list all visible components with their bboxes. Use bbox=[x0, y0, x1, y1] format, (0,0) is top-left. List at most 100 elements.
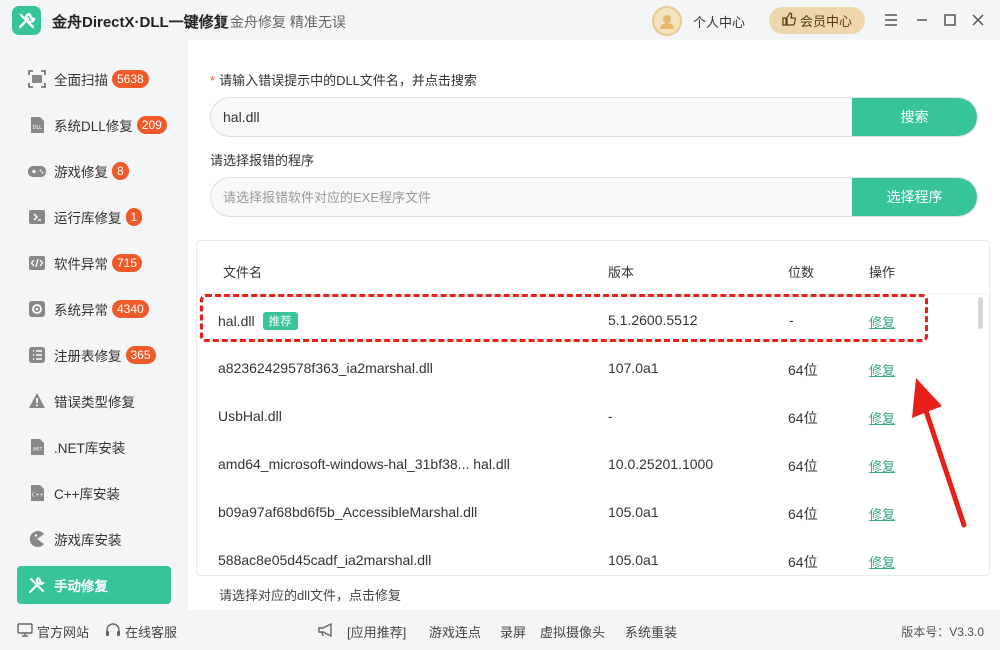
sidebar-item-game-lib-install[interactable]: 游戏库安装 bbox=[17, 520, 171, 558]
footer-link-screen-record[interactable]: 录屏 bbox=[500, 622, 526, 641]
table-scrollbar[interactable] bbox=[978, 297, 983, 329]
program-path-input[interactable] bbox=[211, 178, 853, 216]
count-badge: 209 bbox=[136, 116, 167, 134]
select-program-button[interactable]: 选择程序 bbox=[852, 178, 977, 216]
version-cell: 107.0a1 bbox=[608, 360, 659, 376]
wrench-icon bbox=[27, 575, 47, 595]
sidebar-item-manual-repair[interactable]: 手动修复 bbox=[17, 566, 171, 604]
count-badge: 365 bbox=[125, 346, 156, 364]
bits-cell: 64位 bbox=[788, 362, 818, 378]
footer-link-virtual-camera[interactable]: 虚拟摄像头 bbox=[540, 622, 605, 641]
bits-cell: 64位 bbox=[788, 554, 818, 570]
minimize-icon[interactable] bbox=[912, 10, 932, 30]
table-row[interactable]: amd64_microsoft-windows-hal_31bf38... ha… bbox=[197, 440, 977, 488]
required-mark: * bbox=[210, 73, 216, 88]
dll-input-label: * 请输入错误提示中的DLL文件名，并点击搜索 bbox=[210, 70, 477, 89]
title-bar: 金舟DirectX·DLL一键修复 金舟修复 精准无误 个人中心 会员中心 bbox=[0, 0, 1000, 40]
footer-bar: 官方网站 在线客服 [应用推荐] 游戏连点 录屏 虚拟摄像头 系统重装 版本号：… bbox=[0, 610, 1000, 650]
repair-link[interactable]: 修复 bbox=[869, 456, 895, 475]
bits-cell: 64位 bbox=[788, 410, 818, 426]
dll-input-label-text: 请输入错误提示中的DLL文件名，并点击搜索 bbox=[219, 73, 477, 88]
column-header-action: 操作 bbox=[869, 265, 896, 280]
search-button[interactable]: 搜索 bbox=[852, 98, 977, 136]
repair-hint: 请选择对应的dll文件，点击修复 bbox=[219, 588, 402, 603]
sidebar-item-label: 系统异常 bbox=[54, 303, 108, 318]
official-website-label: 官方网站 bbox=[37, 625, 90, 640]
sidebar-item-full-scan[interactable]: 全面扫描 5638 bbox=[17, 60, 171, 98]
sidebar-item-system-exception[interactable]: 系统异常 4340 bbox=[17, 290, 171, 328]
file-name-cell: 588ac8e05d45cadf_ia2marshal.dll bbox=[218, 552, 432, 568]
dll-search-box: 搜索 bbox=[210, 97, 978, 137]
app-recommend: [应用推荐] bbox=[317, 622, 406, 641]
avatar[interactable] bbox=[652, 6, 682, 36]
repair-link[interactable]: 修复 bbox=[869, 360, 895, 379]
dll-search-input[interactable] bbox=[211, 98, 853, 136]
dotnet-icon: .NET bbox=[27, 437, 47, 457]
menu-icon[interactable] bbox=[881, 10, 901, 30]
vip-center-button[interactable]: 会员中心 bbox=[769, 7, 865, 34]
dll-results-table: 文件名 版本 位数 操作 hal.dll 推荐 5.1.2600.5512 - 修… bbox=[196, 240, 990, 576]
sidebar-item-game-repair[interactable]: 游戏修复 8 bbox=[17, 152, 171, 190]
svg-text:.NET: .NET bbox=[32, 447, 43, 453]
sidebar-item-registry-repair[interactable]: 注册表修复 365 bbox=[17, 336, 171, 374]
pacman-icon bbox=[27, 529, 47, 549]
cpp-icon: C++ bbox=[27, 483, 47, 503]
sidebar-item-label: 全面扫描 bbox=[54, 73, 108, 88]
online-support-link[interactable]: 在线客服 bbox=[105, 622, 177, 641]
repair-link[interactable]: 修复 bbox=[869, 504, 895, 523]
program-select-box: 选择程序 bbox=[210, 177, 978, 217]
sidebar-item-error-type-repair[interactable]: 错误类型修复 bbox=[17, 382, 171, 420]
app-slogan: 金舟修复 精准无误 bbox=[230, 14, 346, 30]
count-badge: 8 bbox=[112, 162, 129, 180]
close-icon[interactable] bbox=[968, 10, 988, 30]
official-website-link[interactable]: 官方网站 bbox=[17, 622, 89, 641]
app-logo-icon bbox=[12, 6, 41, 35]
code-icon bbox=[27, 253, 47, 273]
vip-center-label: 会员中心 bbox=[799, 14, 852, 29]
sidebar: 全面扫描 5638 DLL 系统DLL修复 209 游戏修复 8 运行库修复 1… bbox=[0, 48, 188, 608]
column-header-version: 版本 bbox=[608, 265, 635, 280]
sidebar-item-label: 软件异常 bbox=[54, 257, 108, 272]
sidebar-item-system-dll[interactable]: DLL 系统DLL修复 209 bbox=[17, 106, 171, 144]
thumbs-up-icon bbox=[782, 12, 796, 29]
app-title: 金舟DirectX·DLL一键修复 bbox=[52, 14, 229, 31]
sidebar-item-label: 游戏库安装 bbox=[54, 533, 122, 548]
warning-icon bbox=[27, 391, 47, 411]
version-cell: 105.0a1 bbox=[608, 552, 659, 568]
scan-icon bbox=[27, 69, 47, 89]
footer-link-game-clicker[interactable]: 游戏连点 bbox=[429, 622, 481, 641]
column-header-bits: 位数 bbox=[788, 265, 815, 280]
svg-text:C++: C++ bbox=[32, 493, 44, 499]
count-badge: 715 bbox=[112, 254, 143, 272]
count-badge: 1 bbox=[125, 208, 143, 226]
footer-link-system-reinstall[interactable]: 系统重装 bbox=[625, 622, 677, 641]
sidebar-item-label: 注册表修复 bbox=[54, 349, 122, 364]
repair-link[interactable]: 修复 bbox=[869, 408, 895, 427]
sidebar-item-label: 错误类型修复 bbox=[54, 395, 135, 410]
sidebar-item-cpp-install[interactable]: C++ C++库安装 bbox=[17, 474, 171, 512]
program-label: 请选择报错的程序 bbox=[210, 153, 315, 168]
title-divider bbox=[220, 12, 221, 28]
table-row[interactable]: b09a97af68bd6f5b_AccessibleMarshal.dll 1… bbox=[197, 488, 977, 536]
sidebar-item-dotnet-install[interactable]: .NET .NET库安装 bbox=[17, 428, 171, 466]
count-badge: 4340 bbox=[112, 300, 149, 318]
table-row[interactable]: 588ac8e05d45cadf_ia2marshal.dll 105.0a1 … bbox=[197, 536, 977, 575]
user-center-link[interactable]: 个人中心 bbox=[693, 12, 745, 31]
table-row[interactable]: UsbHal.dll - 64位 修复 bbox=[197, 392, 977, 440]
runtime-icon bbox=[27, 207, 47, 227]
app-recommend-label: [应用推荐] bbox=[347, 625, 407, 640]
version-label: 版本号：V3.3.0 bbox=[901, 625, 984, 639]
sidebar-item-label: 手动修复 bbox=[54, 579, 108, 594]
sidebar-item-label: 运行库修复 bbox=[54, 211, 122, 226]
repair-link[interactable]: 修复 bbox=[869, 552, 895, 571]
maximize-icon[interactable] bbox=[940, 10, 960, 30]
recommended-highlight-box bbox=[200, 294, 928, 342]
table-row[interactable]: a82362429578f363_ia2marshal.dll 107.0a1 … bbox=[197, 344, 977, 392]
sidebar-item-software-exception[interactable]: 软件异常 715 bbox=[17, 244, 171, 282]
count-badge: 5638 bbox=[112, 70, 149, 88]
sidebar-item-runtime-repair[interactable]: 运行库修复 1 bbox=[17, 198, 171, 236]
main-panel: *请输入错误提示中的DLL文件名，并点击搜索 搜索 请选择报错的程序 选择程序 … bbox=[188, 40, 1000, 610]
dll-icon: DLL bbox=[27, 115, 47, 135]
gamepad-icon bbox=[27, 161, 47, 181]
red-arrow-annotation bbox=[912, 378, 967, 528]
